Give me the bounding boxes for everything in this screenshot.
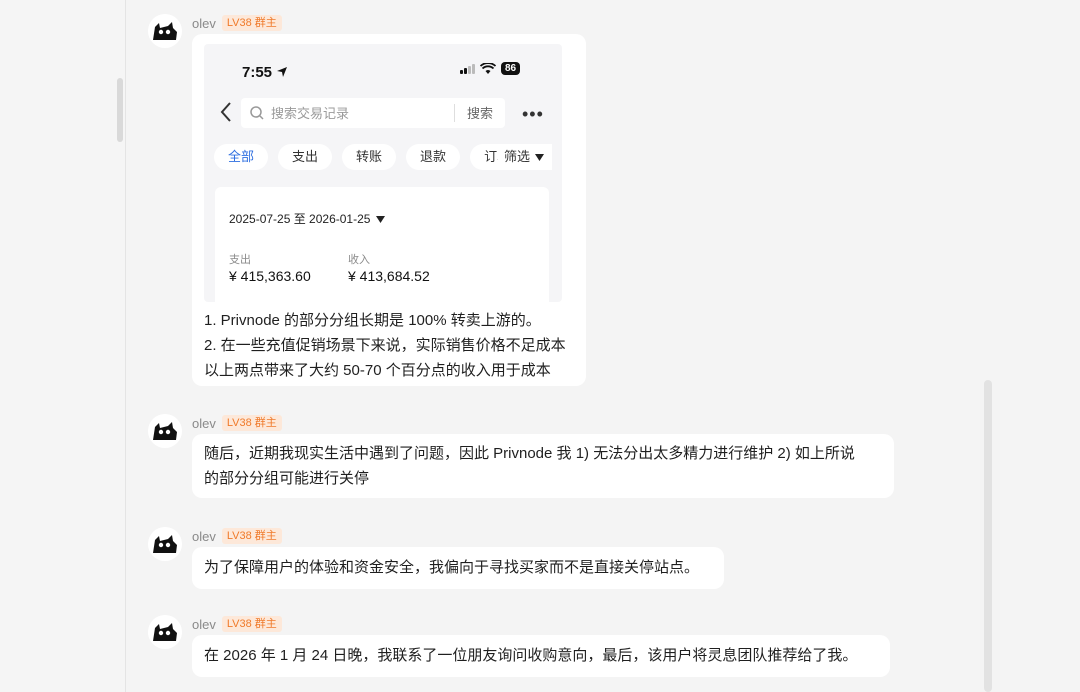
search-bar[interactable]: 搜索交易记录 搜索: [241, 98, 505, 128]
message-meta: olev LV38 群主: [192, 527, 282, 545]
caret-down-icon: [535, 153, 545, 161]
level-badge: LV38 群主: [221, 528, 282, 544]
message-bubble: 在 2026 年 1 月 24 日晚，我联系了一位朋友询问收购意向，最后，该用户…: [192, 635, 890, 677]
filter-label: 筛选: [504, 149, 531, 164]
message-bubble: 为了保障用户的体验和资金安全，我偏向于寻找买家而不是直接关停站点。: [192, 547, 724, 589]
avatar-cat-icon: [148, 615, 182, 649]
message-line: 在 2026 年 1 月 24 日晚，我联系了一位朋友询问收购意向，最后，该用户…: [204, 647, 858, 664]
search-input[interactable]: 搜索交易记录: [271, 101, 454, 126]
sender-name[interactable]: olev: [192, 529, 216, 544]
avatar-cat-icon: [148, 14, 182, 48]
message-line: 随后，近期我现实生活中遇到了问题，因此 Privnode 我 1) 无法分出太多…: [204, 445, 855, 462]
chat-scrollbar[interactable]: [984, 380, 992, 692]
more-icon[interactable]: •••: [522, 102, 544, 127]
message-line: 2. 在一些充值促销场景下来说，实际销售价格不足成本: [204, 337, 566, 354]
date-range-text: 2025-07-25 至 2026-01-25: [229, 212, 371, 226]
message-line: 以上两点带来了大约 50-70 个百分点的收入用于成本: [204, 362, 551, 379]
level-badge: LV38 群主: [221, 15, 282, 31]
avatar-cat-icon: [148, 527, 182, 561]
level-badge: LV38 群主: [221, 415, 282, 431]
status-icons: 86: [460, 62, 521, 75]
message-meta: olev LV38 群主: [192, 615, 282, 633]
tab-expense[interactable]: 支出: [278, 144, 333, 170]
message-meta: olev LV38 群主: [192, 414, 282, 432]
battery-icon: 86: [501, 62, 521, 75]
sender-name[interactable]: olev: [192, 416, 216, 431]
summary-card: 2025-07-25 至 2026-01-25 支出 ¥ 415,363.60 …: [215, 187, 549, 302]
level-badge: LV38 群主: [221, 616, 282, 632]
message-line: 的部分分组可能进行关停: [204, 470, 370, 487]
avatar-cat-icon: [148, 414, 182, 448]
message-bubble: 7:55 86 搜索交易记录 搜索 ••• 全部 支出 转账 退款 筛选 202…: [192, 34, 586, 386]
status-time: 7:55: [242, 60, 288, 85]
message-line: 1. Privnode 的部分分组长期是 100% 转卖上游的。: [204, 312, 541, 329]
message-item: olev LV38 群主 为了保障用户的体验和资金安全，我偏向于寻找买家而不是直…: [148, 527, 748, 592]
tab-transfer[interactable]: 转账: [342, 144, 397, 170]
back-chevron-icon[interactable]: [218, 100, 234, 124]
avatar[interactable]: [148, 527, 182, 561]
message-item: olev LV38 群主 在 2026 年 1 月 24 日晚，我联系了一位朋友…: [148, 615, 908, 680]
conversation-list-panel: [0, 0, 126, 692]
location-arrow-icon: [277, 67, 288, 77]
expense-value: ¥ 415,363.60: [229, 268, 311, 284]
avatar[interactable]: [148, 14, 182, 48]
avatar[interactable]: [148, 615, 182, 649]
message-line: 为了保障用户的体验和资金安全，我偏向于寻找买家而不是直接关停站点。: [204, 559, 700, 576]
left-scrollbar[interactable]: [117, 78, 123, 142]
sender-name[interactable]: olev: [192, 617, 216, 632]
sender-name[interactable]: olev: [192, 16, 216, 31]
caret-down-icon: [376, 216, 386, 223]
search-button[interactable]: 搜索: [455, 101, 505, 126]
message-item: olev LV38 群主 7:55 86 搜索交易记录 搜索 ••• 全部 支出…: [148, 14, 608, 394]
wifi-icon: [480, 62, 496, 74]
filter-tabs: 全部 支出 转账 退款 订单: [214, 144, 525, 170]
date-range[interactable]: 2025-07-25 至 2026-01-25: [229, 207, 386, 232]
message-meta: olev LV38 群主: [192, 14, 282, 32]
message-bubble: 随后，近期我现实生活中遇到了问题，因此 Privnode 我 1) 无法分出太多…: [192, 434, 894, 498]
avatar[interactable]: [148, 414, 182, 448]
search-icon: [250, 106, 264, 120]
filter-button[interactable]: 筛选: [498, 144, 553, 170]
signal-icon: [460, 63, 475, 74]
tab-all[interactable]: 全部: [214, 144, 269, 170]
embedded-screenshot[interactable]: 7:55 86 搜索交易记录 搜索 ••• 全部 支出 转账 退款 筛选 202…: [204, 44, 562, 302]
message-item: olev LV38 群主 随后，近期我现实生活中遇到了问题，因此 Privnod…: [148, 414, 908, 504]
tab-refund[interactable]: 退款: [406, 144, 461, 170]
income-value: ¥ 413,684.52: [348, 268, 430, 284]
